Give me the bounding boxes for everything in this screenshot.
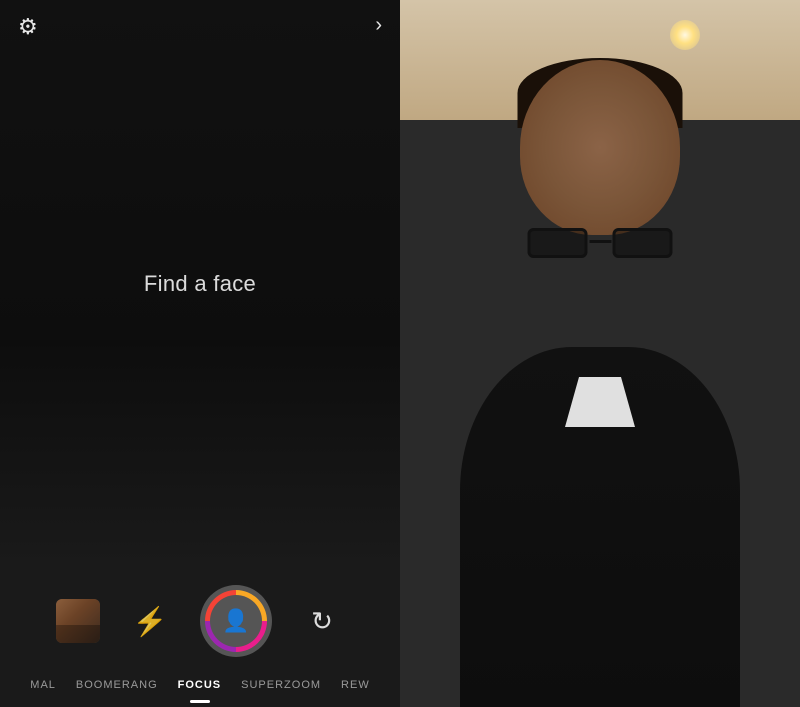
gallery-image (56, 599, 100, 643)
tab-rewind[interactable]: REW (331, 675, 380, 695)
left-camera-panel: ⚙ › Find a face ⚡ 👤 (0, 0, 400, 707)
mode-tabs-bar: MAL BOOMERANG FOCUS SUPERZOOM REW (0, 667, 400, 707)
forward-arrow-icon[interactable]: › (375, 14, 382, 40)
find-face-label: Find a face (144, 271, 256, 297)
glasses-bridge (589, 240, 611, 243)
bottom-controls: ⚡ 👤 ↻ MAL BOOMERANG FOCUS SUPERZOOM REW (0, 567, 400, 707)
settings-icon[interactable]: ⚙ (18, 14, 38, 40)
gallery-thumbnail[interactable] (56, 599, 100, 643)
tab-normal[interactable]: MAL (20, 675, 66, 695)
person-face (520, 60, 680, 235)
tab-focus[interactable]: FOCUS (168, 675, 232, 695)
flash-button[interactable]: ⚡ (128, 599, 172, 643)
camera-viewfinder: Find a face (0, 0, 400, 567)
tab-superzoom[interactable]: SUPERZOOM (231, 675, 331, 695)
person-photo (400, 0, 800, 707)
flash-icon: ⚡ (133, 605, 168, 638)
person-glasses (528, 228, 673, 263)
glasses-right-lens (613, 228, 673, 258)
shutter-center: 👤 (210, 595, 262, 647)
top-bar: ⚙ › (0, 0, 400, 54)
glasses-left-lens (528, 228, 588, 258)
active-tab-indicator (190, 700, 210, 703)
right-photo-panel (400, 0, 800, 707)
flip-camera-icon: ↻ (311, 606, 333, 637)
shutter-ring: 👤 (205, 590, 267, 652)
shutter-button[interactable]: 👤 (200, 585, 272, 657)
tab-boomerang[interactable]: BOOMERANG (66, 675, 168, 695)
person-icon: 👤 (222, 608, 249, 634)
flip-camera-button[interactable]: ↻ (300, 599, 344, 643)
camera-controls-row: ⚡ 👤 ↻ (0, 577, 400, 667)
